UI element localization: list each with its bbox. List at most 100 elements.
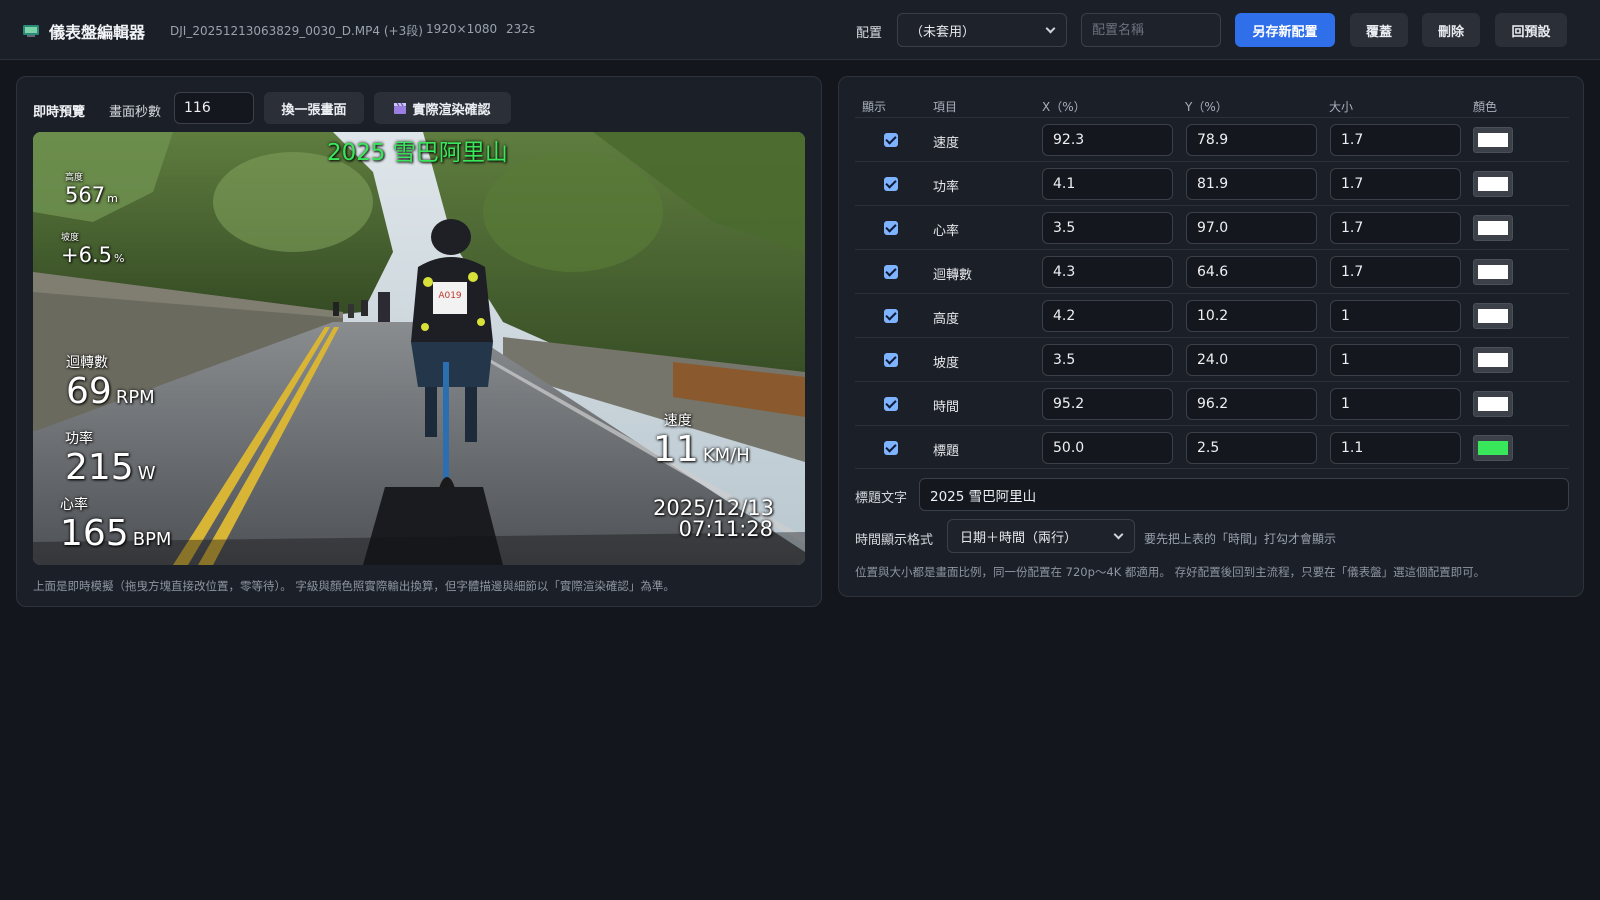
chevron-down-icon	[1045, 23, 1056, 33]
overlay-heart-rate[interactable]: 心率 165 BPM	[60, 498, 171, 552]
frame-seconds-input[interactable]	[174, 92, 254, 124]
config-label: 配置	[856, 26, 883, 41]
x-input[interactable]	[1042, 344, 1173, 376]
show-checkbox[interactable]	[884, 353, 898, 367]
color-swatch	[1478, 397, 1508, 411]
color-swatch	[1478, 133, 1508, 147]
overlay-date: 2025/12/13	[653, 496, 775, 520]
y-input[interactable]	[1186, 300, 1317, 332]
video-preview[interactable]: A019 2025 雪巴阿里山 高度 567 m 坡度 +6.5% 迴轉數 69 R…	[33, 132, 805, 565]
time-format-select[interactable]: 日期＋時間（兩行）	[947, 519, 1135, 553]
color-picker[interactable]	[1473, 347, 1513, 373]
show-checkbox[interactable]	[884, 397, 898, 411]
y-input[interactable]	[1186, 432, 1317, 464]
table-row: 標題	[855, 425, 1569, 469]
color-swatch	[1478, 309, 1508, 323]
x-input[interactable]	[1042, 256, 1173, 288]
clapperboard-icon	[394, 102, 407, 114]
y-input[interactable]	[1186, 388, 1317, 420]
show-checkbox[interactable]	[884, 309, 898, 323]
overwrite-button[interactable]: 覆蓋	[1350, 13, 1408, 47]
size-input[interactable]	[1330, 432, 1461, 464]
color-picker[interactable]	[1473, 127, 1513, 153]
color-picker[interactable]	[1473, 215, 1513, 241]
size-input[interactable]	[1330, 168, 1461, 200]
y-input[interactable]	[1186, 168, 1317, 200]
overlay-speed[interactable]: 速度 11 KM/H	[653, 414, 750, 468]
overlay-cadence-unit: RPM	[115, 387, 155, 408]
overlay-title[interactable]: 2025 雪巴阿里山	[327, 142, 508, 165]
show-checkbox[interactable]	[884, 221, 898, 235]
config-name-input[interactable]	[1081, 13, 1221, 47]
top-bar: 儀表盤編輯器 DJI_20251213063829_0030_D.MP4 (+3…	[0, 0, 1600, 60]
preview-panel: 即時預覽 畫面秒數 換一張畫面 實際渲染確認	[16, 76, 822, 607]
overlay-power-unit: W	[137, 463, 156, 484]
overlay-grade-label: 坡度	[61, 233, 80, 243]
show-checkbox[interactable]	[884, 133, 898, 147]
time-format-hint: 要先把上表的「時間」打勾才會顯示	[1144, 532, 1337, 546]
item-name: 高度	[933, 312, 960, 327]
size-input[interactable]	[1330, 300, 1461, 332]
size-input[interactable]	[1330, 344, 1461, 376]
preview-title: 即時預覽	[33, 105, 86, 120]
header-x: X（%）	[1042, 100, 1086, 114]
show-checkbox[interactable]	[884, 441, 898, 455]
x-input[interactable]	[1042, 432, 1173, 464]
y-input[interactable]	[1186, 256, 1317, 288]
monitor-icon	[23, 25, 39, 37]
item-name: 坡度	[933, 356, 960, 371]
overlay-time: 07:11:28	[678, 517, 773, 541]
overlay-hr-label: 心率	[60, 497, 88, 513]
table-row: 高度	[855, 293, 1569, 337]
item-name: 速度	[933, 136, 960, 151]
switch-frame-button[interactable]: 換一張畫面	[264, 92, 364, 124]
overlay-power[interactable]: 功率 215 W	[65, 432, 156, 486]
x-input[interactable]	[1042, 168, 1173, 200]
delete-button[interactable]: 刪除	[1422, 13, 1480, 47]
config-select[interactable]: （未套用）	[897, 13, 1067, 47]
show-checkbox[interactable]	[884, 177, 898, 191]
overlay-speed-label: 速度	[663, 413, 692, 429]
color-picker[interactable]	[1473, 171, 1513, 197]
table-row: 功率	[855, 161, 1569, 205]
x-input[interactable]	[1042, 124, 1173, 156]
color-picker[interactable]	[1473, 391, 1513, 417]
title-text-input[interactable]	[919, 478, 1569, 511]
settings-panel: 顯示 項目 X（%） Y（%） 大小 顏色 速度 功率 心率 迴轉數	[838, 76, 1584, 597]
size-input[interactable]	[1330, 388, 1461, 420]
size-input[interactable]	[1330, 212, 1461, 244]
table-row: 坡度	[855, 337, 1569, 381]
render-check-button[interactable]: 實際渲染確認	[374, 92, 511, 124]
overlay-altitude[interactable]: 高度 567 m	[65, 174, 118, 206]
overlay-cadence[interactable]: 迴轉數 69 RPM	[66, 356, 155, 410]
header-size: 大小	[1329, 100, 1354, 114]
y-input[interactable]	[1186, 124, 1317, 156]
overlay-cadence-label: 迴轉數	[66, 355, 108, 371]
x-input[interactable]	[1042, 212, 1173, 244]
preview-note: 上面是即時模擬（拖曳方塊直接改位置，零等待）。 字級與顏色照實際輸出換算，但字體…	[33, 579, 675, 593]
x-input[interactable]	[1042, 388, 1173, 420]
save-new-config-button[interactable]: 另存新配置	[1235, 13, 1335, 47]
overlay-power-value: 215	[65, 447, 134, 488]
size-input[interactable]	[1330, 124, 1461, 156]
item-name: 功率	[933, 180, 960, 195]
size-input[interactable]	[1330, 256, 1461, 288]
color-picker[interactable]	[1473, 435, 1513, 461]
color-picker[interactable]	[1473, 303, 1513, 329]
config-select-value: （未套用）	[910, 24, 976, 40]
color-swatch	[1478, 441, 1508, 455]
color-picker[interactable]	[1473, 259, 1513, 285]
y-input[interactable]	[1186, 212, 1317, 244]
overlay-speed-unit: KM/H	[702, 445, 750, 466]
title-text-label: 標題文字	[855, 491, 908, 506]
x-input[interactable]	[1042, 300, 1173, 332]
frame-seconds-label: 畫面秒數	[109, 105, 162, 120]
overlay-grade[interactable]: 坡度 +6.5%	[61, 234, 124, 266]
item-name: 時間	[933, 400, 960, 415]
y-input[interactable]	[1186, 344, 1317, 376]
item-name: 心率	[933, 224, 960, 239]
overlay-datetime[interactable]: 2025/12/13 07:11:28	[653, 496, 775, 541]
reset-button[interactable]: 回預設	[1495, 13, 1567, 47]
show-checkbox[interactable]	[884, 265, 898, 279]
header-show: 顯示	[862, 100, 887, 114]
